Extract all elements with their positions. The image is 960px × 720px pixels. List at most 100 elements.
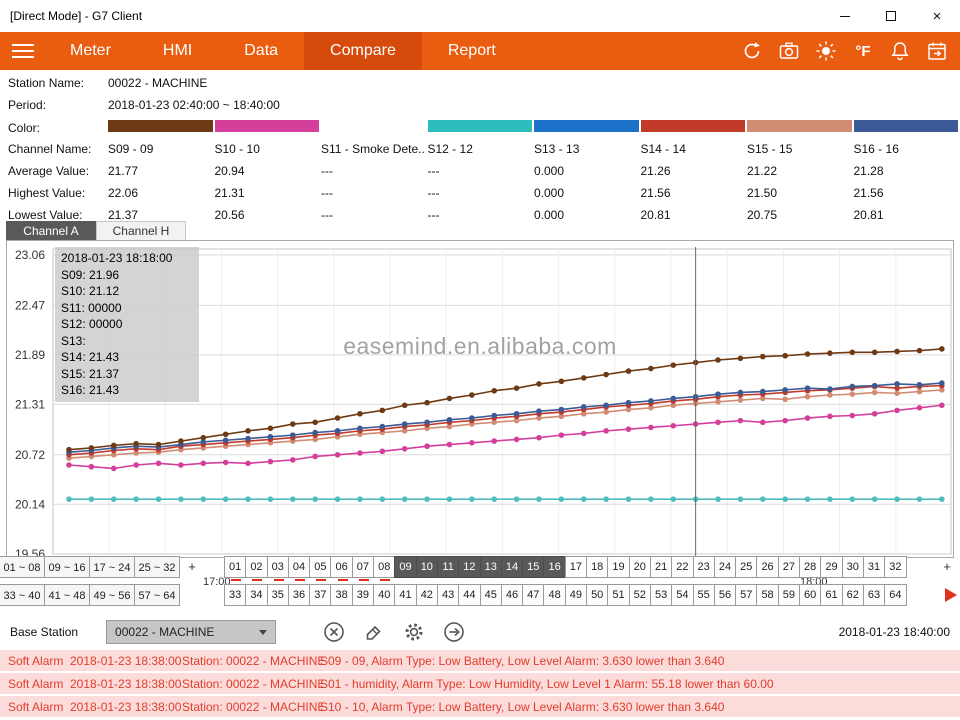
- channel-button-63[interactable]: 63: [863, 584, 885, 606]
- nav-item-compare[interactable]: Compare: [304, 32, 422, 70]
- range-button-57~64[interactable]: 57 ~ 64: [134, 584, 180, 606]
- channel-button-56[interactable]: 56: [714, 584, 736, 606]
- channel-button-42[interactable]: 42: [416, 584, 438, 606]
- nav-item-data[interactable]: Data: [218, 32, 304, 70]
- channel-button-40[interactable]: 40: [373, 584, 395, 606]
- channel-button-28[interactable]: 28: [799, 556, 821, 578]
- channel-button-15[interactable]: 15: [522, 556, 544, 578]
- channel-button-58[interactable]: 58: [756, 584, 778, 606]
- channel-button-02[interactable]: 02: [245, 556, 267, 578]
- channel-button-10[interactable]: 10: [416, 556, 438, 578]
- channel-button-59[interactable]: 59: [778, 584, 800, 606]
- channel-button-50[interactable]: 50: [586, 584, 608, 606]
- channel-button-12[interactable]: 12: [458, 556, 480, 578]
- range-button-25~32[interactable]: 25 ~ 32: [134, 556, 180, 578]
- channel-button-52[interactable]: 52: [629, 584, 651, 606]
- channel-button-54[interactable]: 54: [671, 584, 693, 606]
- nav-item-report[interactable]: Report: [422, 32, 522, 70]
- channel-button-51[interactable]: 51: [607, 584, 629, 606]
- tab-channel-h[interactable]: Channel H: [96, 221, 186, 240]
- alarm-row[interactable]: Soft Alarm2018-01-23 18:38:00Station: 00…: [0, 696, 960, 717]
- channel-button-01[interactable]: 01: [224, 556, 246, 578]
- channel-button-57[interactable]: 57: [735, 584, 757, 606]
- range-button-49~56[interactable]: 49 ~ 56: [89, 584, 135, 606]
- range-button-41~48[interactable]: 41 ~ 48: [44, 584, 90, 606]
- channel-button-44[interactable]: 44: [458, 584, 480, 606]
- channel-button-05[interactable]: 05: [309, 556, 331, 578]
- channel-button-31[interactable]: 31: [863, 556, 885, 578]
- tab-channel-a[interactable]: Channel A: [6, 221, 96, 240]
- minimize-button[interactable]: [822, 0, 868, 32]
- fahrenheit-icon[interactable]: °F: [852, 40, 874, 62]
- close-button[interactable]: ×: [914, 0, 960, 32]
- channel-button-32[interactable]: 32: [884, 556, 906, 578]
- channel-button-21[interactable]: 21: [650, 556, 672, 578]
- channel-button-18[interactable]: 18: [586, 556, 608, 578]
- brightness-icon[interactable]: [815, 40, 837, 62]
- channel-button-06[interactable]: 06: [330, 556, 352, 578]
- camera-icon[interactable]: [778, 40, 800, 62]
- menu-icon[interactable]: [0, 32, 44, 70]
- channel-button-47[interactable]: 47: [522, 584, 544, 606]
- channel-button-24[interactable]: 24: [714, 556, 736, 578]
- channel-button-49[interactable]: 49: [565, 584, 587, 606]
- base-station-dropdown[interactable]: 00022 - MACHINE: [106, 620, 276, 644]
- go-icon[interactable]: [442, 620, 466, 644]
- channel-button-62[interactable]: 62: [842, 584, 864, 606]
- expand-ranges-button[interactable]: +: [185, 556, 199, 578]
- channel-button-37[interactable]: 37: [309, 584, 331, 606]
- channel-button-45[interactable]: 45: [480, 584, 502, 606]
- channel-button-04[interactable]: 04: [288, 556, 310, 578]
- next-page-arrow[interactable]: [945, 588, 957, 602]
- channel-button-25[interactable]: 25: [735, 556, 757, 578]
- channel-button-26[interactable]: 26: [756, 556, 778, 578]
- channel-button-55[interactable]: 55: [693, 584, 715, 606]
- settings-icon[interactable]: [402, 620, 426, 644]
- range-button-09~16[interactable]: 09 ~ 16: [44, 556, 90, 578]
- channel-button-61[interactable]: 61: [820, 584, 842, 606]
- alarm-row[interactable]: Soft Alarm2018-01-23 18:38:00Station: 00…: [0, 673, 960, 694]
- erase-icon[interactable]: [362, 620, 386, 644]
- channel-button-27[interactable]: 27: [778, 556, 800, 578]
- channel-button-41[interactable]: 41: [394, 584, 416, 606]
- channel-button-43[interactable]: 43: [437, 584, 459, 606]
- calendar-icon[interactable]: [926, 40, 948, 62]
- channel-button-38[interactable]: 38: [330, 584, 352, 606]
- range-button-17~24[interactable]: 17 ~ 24: [89, 556, 135, 578]
- channel-button-39[interactable]: 39: [352, 584, 374, 606]
- channel-button-64[interactable]: 64: [884, 584, 906, 606]
- channel-button-34[interactable]: 34: [245, 584, 267, 606]
- channel-button-29[interactable]: 29: [820, 556, 842, 578]
- channel-button-03[interactable]: 03: [267, 556, 289, 578]
- channel-button-53[interactable]: 53: [650, 584, 672, 606]
- channel-button-60[interactable]: 60: [799, 584, 821, 606]
- channel-button-11[interactable]: 11: [437, 556, 459, 578]
- channel-button-19[interactable]: 19: [607, 556, 629, 578]
- channel-button-13[interactable]: 13: [480, 556, 502, 578]
- channel-button-22[interactable]: 22: [671, 556, 693, 578]
- range-button-33~40[interactable]: 33 ~ 40: [0, 584, 45, 606]
- channel-button-09[interactable]: 09: [394, 556, 416, 578]
- cancel-icon[interactable]: [322, 620, 346, 644]
- channel-button-33[interactable]: 33: [224, 584, 246, 606]
- channel-button-48[interactable]: 48: [543, 584, 565, 606]
- channel-button-46[interactable]: 46: [501, 584, 523, 606]
- restore-button[interactable]: [868, 0, 914, 32]
- channel-button-14[interactable]: 14: [501, 556, 523, 578]
- channel-button-07[interactable]: 07: [352, 556, 374, 578]
- alarm-row[interactable]: Soft Alarm2018-01-23 18:38:00Station: 00…: [0, 650, 960, 671]
- sync-icon[interactable]: [741, 40, 763, 62]
- channel-button-08[interactable]: 08: [373, 556, 395, 578]
- channel-button-20[interactable]: 20: [629, 556, 651, 578]
- channel-button-17[interactable]: 17: [565, 556, 587, 578]
- nav-item-hmi[interactable]: HMI: [137, 32, 218, 70]
- range-button-01~08[interactable]: 01 ~ 08: [0, 556, 45, 578]
- channel-button-23[interactable]: 23: [693, 556, 715, 578]
- channel-button-30[interactable]: 30: [842, 556, 864, 578]
- channel-button-35[interactable]: 35: [267, 584, 289, 606]
- channel-button-36[interactable]: 36: [288, 584, 310, 606]
- expand-numbers-button[interactable]: +: [940, 556, 954, 578]
- channel-button-16[interactable]: 16: [543, 556, 565, 578]
- nav-item-meter[interactable]: Meter: [44, 32, 137, 70]
- alarm-icon[interactable]: [889, 40, 911, 62]
